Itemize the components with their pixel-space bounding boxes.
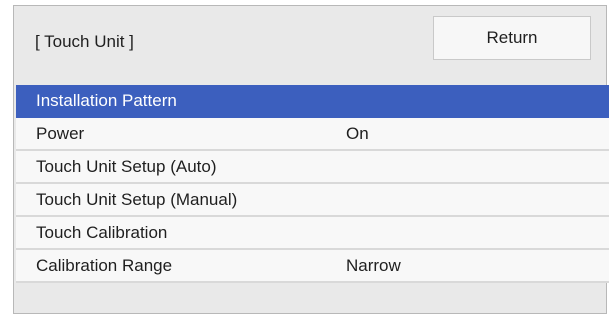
touch-unit-panel: [ Touch Unit ] Return Installation Patte… xyxy=(13,5,609,314)
menu-item-installation-pattern[interactable]: Installation Pattern xyxy=(16,85,609,118)
menu-item-value: Narrow xyxy=(346,256,401,275)
menu-item-power[interactable]: Power On xyxy=(16,118,609,151)
menu-item-value: On xyxy=(346,124,369,143)
menu-item-calibration-range[interactable]: Calibration Range Narrow xyxy=(16,250,609,283)
return-button[interactable]: Return xyxy=(433,16,591,60)
menu-item-label: Calibration Range xyxy=(36,256,173,275)
menu-item-label: Touch Calibration xyxy=(36,223,168,242)
menu-item-touch-unit-setup-auto[interactable]: Touch Unit Setup (Auto) xyxy=(16,151,609,184)
menu-item-label: Touch Unit Setup (Auto) xyxy=(36,157,217,176)
menu-item-touch-calibration[interactable]: Touch Calibration xyxy=(16,217,609,250)
menu-item-label: Installation Pattern xyxy=(36,91,177,110)
menu-item-label: Power xyxy=(36,124,85,143)
panel-header: [ Touch Unit ] Return xyxy=(14,6,606,82)
menu-item-touch-unit-setup-manual[interactable]: Touch Unit Setup (Manual) xyxy=(16,184,609,217)
page-title: [ Touch Unit ] xyxy=(35,32,134,51)
settings-menu: Installation Pattern Power On Touch Unit… xyxy=(16,85,609,283)
menu-item-label: Touch Unit Setup (Manual) xyxy=(36,190,238,209)
